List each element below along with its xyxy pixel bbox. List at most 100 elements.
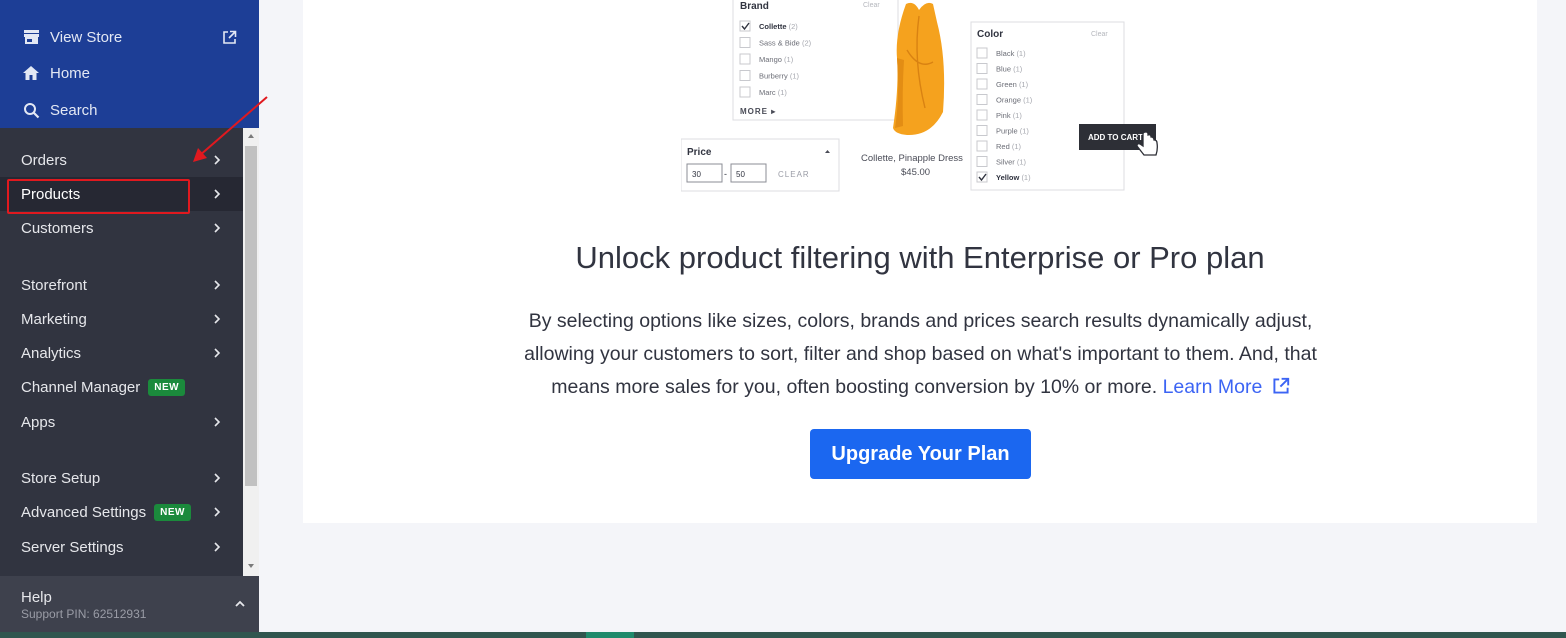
home-link[interactable]: Home: [22, 61, 90, 85]
sidebar-item-apps[interactable]: Apps: [0, 405, 243, 439]
sidebar-item-label: Apps: [21, 413, 56, 431]
sidebar-item-store-setup[interactable]: Store Setup: [0, 461, 243, 495]
filter-option-label: Marc (1): [759, 88, 787, 97]
sidebar-item-analytics[interactable]: Analytics: [0, 336, 243, 370]
filter-option-label: Yellow (1): [996, 173, 1031, 182]
filter-option-count: (1): [784, 55, 794, 64]
sidebar-item-storefront[interactable]: Storefront: [0, 268, 243, 302]
help-section[interactable]: Help Support PIN: 62512931: [0, 576, 259, 632]
filter-option: Green (1): [976, 78, 1029, 90]
bottom-strip-accent: [586, 632, 634, 638]
home-icon: [22, 64, 40, 82]
sidebar-item-marketing[interactable]: Marketing: [0, 302, 243, 336]
filter-option-count: (1): [1012, 142, 1022, 151]
chevron-right-icon: [214, 314, 221, 324]
sidebar-item-advanced-settings[interactable]: Advanced Settings NEW: [0, 495, 243, 529]
filter-option: Yellow (1): [976, 171, 1031, 183]
dress-image: [893, 2, 945, 136]
price-filter-title: Price: [687, 147, 712, 158]
scrollbar-thumb[interactable]: [245, 146, 257, 486]
filter-option-label: Pink (1): [996, 111, 1022, 120]
highlight-box: [7, 179, 190, 214]
filter-option: Red (1): [976, 140, 1022, 152]
filter-option: Black (1): [976, 47, 1026, 59]
filter-option: Orange (1): [976, 94, 1033, 105]
sidebar-item-label: Channel Manager: [21, 378, 141, 396]
filter-option-label: Purple (1): [996, 127, 1029, 136]
filter-option-count: (1): [1021, 173, 1031, 182]
filter-option: Pink (1): [976, 109, 1022, 121]
sidebar-item-label: Customers: [21, 219, 94, 237]
svg-text:-: -: [724, 169, 727, 179]
filter-option: Marc (1): [739, 86, 787, 98]
search-link[interactable]: Search: [22, 98, 98, 122]
filter-option-count: (1): [1020, 127, 1030, 136]
filter-checkbox: [976, 125, 988, 136]
upgrade-plan-button[interactable]: Upgrade Your Plan: [810, 429, 1031, 479]
new-badge: NEW: [154, 503, 191, 521]
filter-checkbox: [976, 94, 988, 105]
filter-option-label: Sass & Bide (2): [759, 39, 812, 48]
filter-option: Silver (1): [976, 156, 1027, 167]
learn-more-link[interactable]: Learn More: [1163, 376, 1290, 398]
chevron-up-icon[interactable]: [234, 599, 246, 609]
sidebar-item-label: Advanced Settings: [21, 503, 147, 521]
sidebar-item-channel-manager[interactable]: Channel Manager NEW: [0, 370, 243, 404]
add-to-cart-button: ADD TO CART: [1088, 133, 1143, 142]
filter-checkbox: [976, 109, 988, 121]
chevron-right-icon: [214, 348, 221, 358]
filter-option-count: (1): [778, 88, 788, 97]
view-store-label: View Store: [50, 28, 123, 46]
filter-option-label: Green (1): [996, 80, 1029, 89]
brand-filter-title: Brand: [740, 1, 769, 12]
chevron-right-icon: [214, 507, 221, 517]
scroll-down-arrow-icon[interactable]: [243, 560, 259, 572]
external-link-icon[interactable]: [222, 30, 237, 45]
filter-option-count: (1): [790, 72, 800, 81]
filter-option-label: Silver (1): [996, 158, 1027, 167]
view-store-link[interactable]: View Store: [22, 25, 122, 49]
filter-checkbox: [739, 53, 751, 65]
chevron-right-icon: [214, 473, 221, 483]
filter-option-count: (1): [1017, 158, 1027, 167]
search-label: Search: [50, 101, 98, 119]
price-min: 30: [692, 170, 701, 179]
search-icon: [22, 101, 40, 119]
chevron-right-icon: [214, 280, 221, 290]
filter-checkbox: [976, 171, 988, 183]
sidebar-item-label: Store Setup: [21, 469, 101, 487]
filter-checkbox: [976, 156, 988, 167]
filter-checkbox: [739, 86, 751, 98]
filter-option-label: Orange (1): [996, 96, 1033, 105]
filter-option-label: Black (1): [996, 49, 1026, 58]
sidebar-item-label: Server Settings: [21, 538, 124, 556]
filter-option-label: Blue (1): [996, 65, 1023, 74]
filter-option: Collette (2): [739, 20, 799, 32]
chevron-right-icon: [214, 417, 221, 427]
brand-clear: Clear: [863, 2, 880, 9]
new-badge: NEW: [148, 378, 186, 396]
filter-option-count: (2): [802, 39, 812, 48]
annotation-arrow-icon: [193, 96, 268, 162]
product-filtering-illustration: Brand Clear Collette (2) Sass & Bide (2) M…: [681, 0, 1158, 192]
sidebar-item-label: Analytics: [21, 344, 82, 362]
price-max: 50: [736, 170, 745, 179]
sidebar-item-server-settings[interactable]: Server Settings: [0, 530, 243, 564]
filter-checkbox: [976, 47, 988, 59]
bottom-status-strip: [0, 632, 1566, 638]
filter-checkbox: [976, 140, 988, 152]
filter-option-count: (2): [789, 22, 799, 31]
sidebar-item-label: Orders: [21, 151, 67, 169]
product-price: $45.00: [901, 167, 930, 178]
product-name: Collette, Pinapple Dress: [861, 153, 963, 164]
chevron-right-icon: [214, 223, 221, 233]
brand-more: MORE ▸: [740, 107, 776, 116]
price-clear: CLEAR: [778, 170, 810, 179]
sidebar-item-customers[interactable]: Customers: [0, 211, 243, 245]
sidebar-scrollbar[interactable]: [243, 128, 259, 576]
color-clear: Clear: [1091, 31, 1108, 38]
filter-option: Mango (1): [739, 53, 794, 65]
filter-checkbox: [739, 70, 751, 81]
sidebar-item-label: Marketing: [21, 310, 87, 328]
learn-more-label: Learn More: [1162, 376, 1263, 398]
